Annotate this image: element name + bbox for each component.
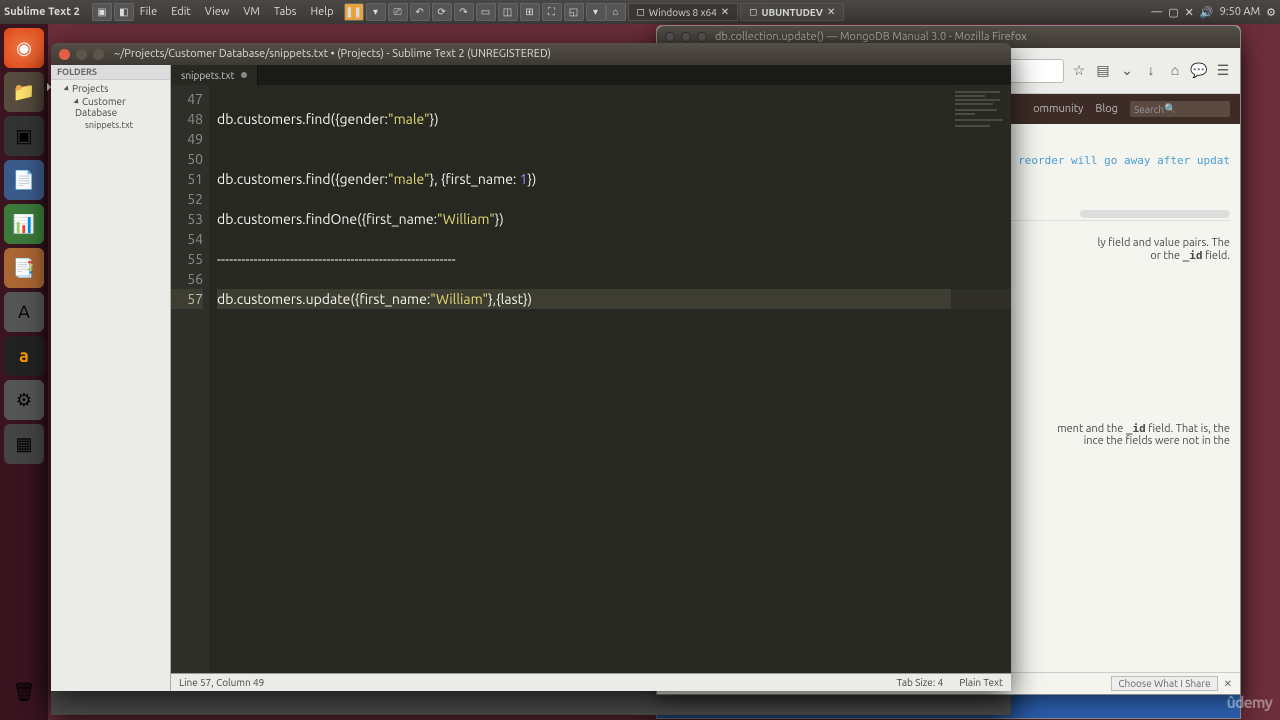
layout1-icon[interactable]: ▭ (476, 3, 496, 21)
minimize-icon[interactable]: — (1151, 6, 1162, 18)
app-name: Sublime Text 2 (4, 6, 80, 18)
hamburger-icon[interactable]: ☰ (1214, 62, 1232, 80)
volume-icon[interactable]: 🔊 (1200, 6, 1214, 19)
unity-icon[interactable]: ◱ (564, 3, 584, 21)
menu-file[interactable]: File (134, 4, 163, 20)
watermark: ûdemy (1227, 694, 1272, 712)
power-icon[interactable]: ⚙ (1266, 6, 1276, 19)
vm-icon[interactable]: ▣ (92, 3, 112, 21)
search-icon: 🔍 (1164, 103, 1176, 115)
settings-icon[interactable]: ⚙ (4, 380, 44, 420)
ff-close-icon[interactable] (665, 32, 675, 42)
writer-icon[interactable]: 📄 (4, 160, 44, 200)
sublime-title: ~/Projects/Customer Database/snippets.tx… (114, 48, 551, 60)
chat-icon[interactable]: 💬 (1190, 62, 1208, 80)
status-tabsize[interactable]: Tab Size: 4 (897, 677, 944, 688)
ff-max-icon[interactable] (697, 32, 707, 42)
menu-edit[interactable]: Edit (165, 4, 197, 20)
sidebar-root[interactable]: Projects (51, 82, 170, 95)
sidebar-header: FOLDERS (51, 65, 170, 80)
layout2-icon[interactable]: ◫ (498, 3, 518, 21)
menubar-left-icons: ▣ ◧ (92, 3, 134, 21)
editor: snippets.txt 4748495051525354555657 db.c… (171, 65, 1011, 691)
minimap[interactable] (951, 85, 1011, 673)
editor-tab[interactable]: snippets.txt (171, 65, 258, 85)
dropdown-icon[interactable]: ▾ (366, 3, 386, 21)
vm-tabs: ⌂ ◻Windows 8 x64✕ ◻UBUNTUDEV✕ (606, 3, 845, 21)
impress-icon[interactable]: 📑 (4, 248, 44, 288)
menu-view[interactable]: View (199, 4, 236, 20)
refresh-icon[interactable]: ⟳ (432, 3, 452, 21)
sublime-window: ~/Projects/Customer Database/snippets.tx… (51, 43, 1011, 691)
ff-min-icon[interactable] (681, 32, 691, 42)
maximize-icon[interactable]: ▢ (1168, 6, 1178, 19)
amazon-icon[interactable]: a (4, 336, 44, 376)
sidebar: FOLDERS Projects Customer Database snipp… (51, 65, 171, 691)
system-menubar: Sublime Text 2 ▣ ◧ File Edit View VM Tab… (0, 0, 1280, 24)
vm-tab-windows[interactable]: ◻Windows 8 x64✕ (628, 3, 739, 21)
cookie-choose-button[interactable]: Choose What I Share (1111, 676, 1217, 691)
menu-help[interactable]: Help (304, 4, 339, 20)
nav-community[interactable]: ommunity (1033, 103, 1083, 115)
tab-bar: snippets.txt (171, 65, 1011, 85)
home-icon[interactable]: ⌂ (1166, 62, 1184, 80)
site-search[interactable]: Search 🔍 (1130, 101, 1230, 117)
vm-tab-ubuntu[interactable]: ◻UBUNTUDEV✕ (740, 3, 844, 21)
st-max-icon[interactable] (93, 49, 104, 60)
back-icon[interactable]: ↶ (410, 3, 430, 21)
ubuntu-software-icon[interactable]: A (4, 292, 44, 332)
unity-launcher: ◉ 📁 🦊 S ▣ 📄 📊 📑 A a ⚙ ▦ 🗑 (0, 24, 48, 720)
toolbar-icons: ❚❚ ▾ ⎚ ↶ ⟳ ↷ ▭ ◫ ⊞ ⛶ ◱ ▾ (344, 3, 606, 21)
menubar-menus: File Edit View VM Tabs Help (134, 4, 340, 20)
firefox-title: db.collection.update() — MongoDB Manual … (715, 31, 1027, 43)
download-icon[interactable]: ↓ (1142, 62, 1160, 80)
menu-vm[interactable]: VM (237, 4, 266, 20)
pocket-icon[interactable]: ⌄ (1118, 62, 1136, 80)
sublime-titlebar[interactable]: ~/Projects/Customer Database/snippets.tx… (51, 43, 1011, 65)
menu-tabs[interactable]: Tabs (268, 4, 303, 20)
pause-icon[interactable]: ❚❚ (344, 3, 364, 21)
fullscreen-icon[interactable]: ⛶ (542, 3, 562, 21)
code-area[interactable]: db.customers.find({gender:"male"}) db.cu… (209, 85, 1011, 673)
line-gutter: 4748495051525354555657 (171, 85, 209, 673)
sidebar-folder[interactable]: Customer Database (51, 95, 170, 119)
star-icon[interactable]: ☆ (1070, 62, 1088, 80)
st-min-icon[interactable] (76, 49, 87, 60)
terminal-icon[interactable]: ▣ (4, 116, 44, 156)
calc-icon[interactable]: 📊 (4, 204, 44, 244)
app-icon[interactable]: ▦ (4, 424, 44, 464)
files-icon[interactable]: 📁 (4, 72, 44, 112)
status-position: Line 57, Column 49 (179, 677, 264, 688)
forward-icon[interactable]: ↷ (454, 3, 474, 21)
status-syntax[interactable]: Plain Text (959, 677, 1003, 688)
code-sample: reorder will go away after updat (1018, 154, 1230, 167)
system-tray: — ▢ ✕ 🔊 9:50 AM ⚙ (1151, 6, 1276, 19)
trash-icon[interactable]: 🗑 (4, 672, 44, 712)
st-close-icon[interactable] (59, 49, 70, 60)
clock[interactable]: 9:50 AM (1220, 6, 1261, 18)
cookie-close-icon[interactable]: ✕ (1224, 678, 1232, 690)
settings-dropdown-icon[interactable]: ▾ (586, 3, 606, 21)
dash-icon[interactable]: ◉ (4, 28, 44, 68)
bookmark-icon[interactable]: ▤ (1094, 62, 1112, 80)
layout3-icon[interactable]: ⊞ (520, 3, 540, 21)
modified-dot-icon (241, 72, 247, 78)
snap-icon[interactable]: ⎚ (388, 3, 408, 21)
nav-blog[interactable]: Blog (1095, 103, 1118, 115)
sidebar-file[interactable]: snippets.txt (51, 119, 170, 131)
close-sys-icon[interactable]: ✕ (1185, 6, 1194, 19)
scrollbar-h[interactable] (1080, 210, 1230, 218)
status-bar: Line 57, Column 49 Tab Size: 4 Plain Tex… (171, 673, 1011, 691)
home-tab-icon[interactable]: ⌂ (606, 3, 626, 21)
tool-icon[interactable]: ◧ (114, 3, 134, 21)
